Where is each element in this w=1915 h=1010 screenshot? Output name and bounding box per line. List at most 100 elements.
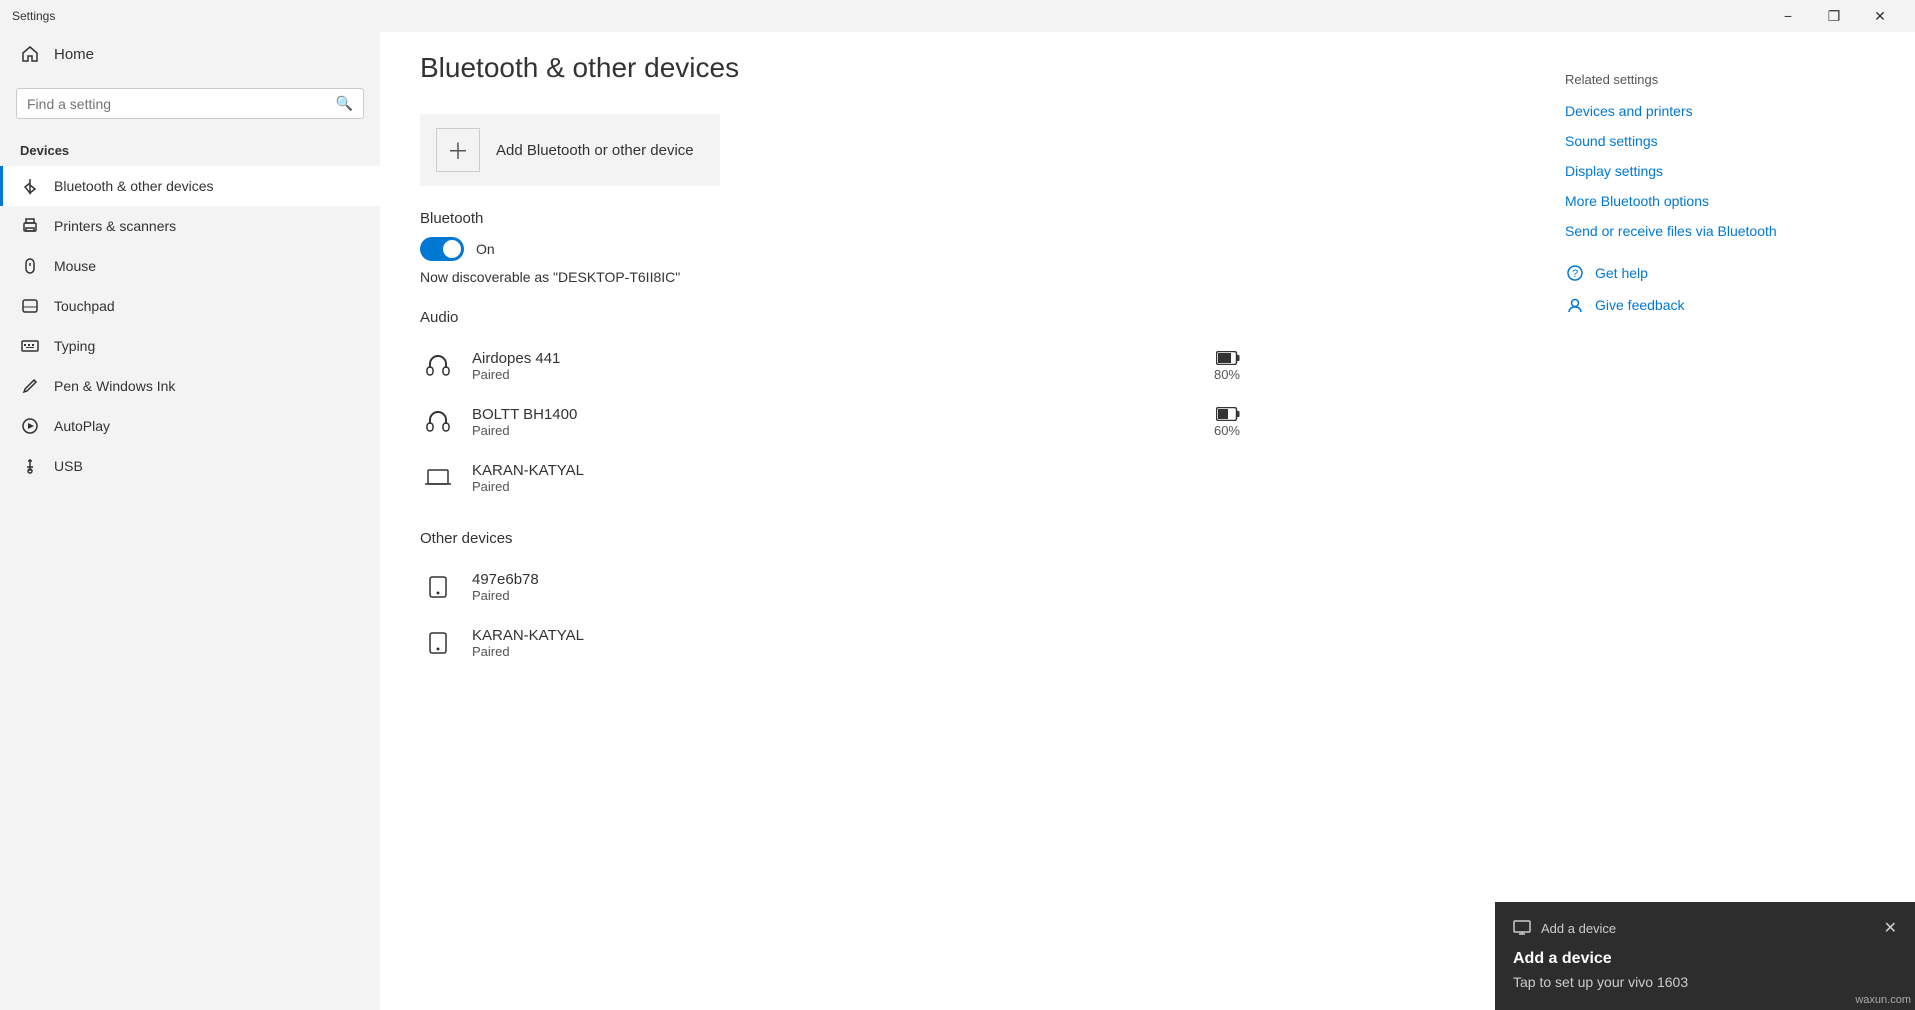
device-status: Paired (472, 644, 1240, 659)
autoplay-icon (20, 416, 40, 436)
device-status: Paired (472, 367, 1198, 382)
device-status: Paired (472, 423, 1198, 438)
sidebar-item-label: Bluetooth & other devices (54, 178, 214, 194)
get-help-action[interactable]: ? Get help (1565, 263, 1885, 283)
notif-title: Add a device (1513, 950, 1897, 968)
device-info: Airdopes 441 Paired (472, 350, 1198, 382)
toggle-thumb (443, 240, 461, 258)
sidebar-item-usb[interactable]: USB (0, 446, 380, 486)
device-name: KARAN-KATYAL (472, 627, 1240, 644)
search-input[interactable] (27, 96, 336, 112)
help-icon: ? (1565, 263, 1585, 283)
sidebar-item-autoplay[interactable]: AutoPlay (0, 406, 380, 446)
feedback-icon (1565, 295, 1585, 315)
get-help-label: Get help (1595, 265, 1648, 281)
sidebar-item-label: USB (54, 458, 83, 474)
device-name: BOLTT BH1400 (472, 406, 1198, 423)
related-link[interactable]: Devices and printers (1565, 103, 1885, 119)
bluetooth-state: On (476, 241, 495, 257)
bluetooth-toggle[interactable] (420, 237, 464, 261)
device-name: KARAN-KATYAL (472, 462, 1240, 479)
home-icon (20, 44, 40, 64)
device-type-icon (420, 625, 456, 661)
page-title: Bluetooth & other devices (420, 52, 1240, 84)
add-device-button[interactable]: ＋ Add Bluetooth or other device (420, 114, 720, 186)
usb-icon (20, 456, 40, 476)
give-feedback-label: Give feedback (1595, 297, 1685, 313)
battery-indicator: 80% (1214, 351, 1240, 382)
printers-icon (20, 216, 40, 236)
minimize-button[interactable]: − (1765, 0, 1811, 32)
sidebar-items: Bluetooth & other devices Printers & sca… (0, 166, 380, 486)
app-title: Settings (12, 9, 55, 23)
device-info: BOLTT BH1400 Paired (472, 406, 1198, 438)
sidebar-item-label: Mouse (54, 258, 96, 274)
sidebar-item-label: Touchpad (54, 298, 115, 314)
battery-percentage: 80% (1214, 367, 1240, 382)
typing-icon (20, 336, 40, 356)
discoverable-text: Now discoverable as "DESKTOP-T6II8IC" (420, 269, 1240, 285)
sidebar-item-mouse[interactable]: Mouse (0, 246, 380, 286)
window-controls: − ❐ ✕ (1765, 0, 1903, 32)
notif-close-button[interactable]: ✕ (1884, 918, 1897, 938)
touchpad-icon (20, 296, 40, 316)
audio-section-header: Audio (420, 309, 1240, 326)
related-settings-title: Related settings (1565, 72, 1885, 87)
device-name: Airdopes 441 (472, 350, 1198, 367)
notif-description: Tap to set up your vivo 1603 (1513, 974, 1897, 990)
sidebar-item-pen[interactable]: Pen & Windows Ink (0, 366, 380, 406)
bluetooth-section: Bluetooth On Now discoverable as "DESKTO… (420, 210, 1240, 285)
bluetooth-icon (20, 176, 40, 196)
other-device-item[interactable]: 497e6b78 Paired (420, 559, 1240, 615)
audio-device-item[interactable]: Airdopes 441 Paired 80% (420, 338, 1240, 394)
other-device-item[interactable]: KARAN-KATYAL Paired (420, 615, 1240, 671)
sidebar-item-label: AutoPlay (54, 418, 110, 434)
related-link[interactable]: Display settings (1565, 163, 1885, 179)
sidebar-section-title: Devices (0, 135, 380, 166)
device-status: Paired (472, 479, 1240, 494)
titlebar: Settings − ❐ ✕ (0, 0, 1915, 32)
device-type-icon (420, 348, 456, 384)
related-link[interactable]: More Bluetooth options (1565, 193, 1885, 209)
monitor-icon (1513, 919, 1531, 937)
device-type-icon (420, 460, 456, 496)
mouse-icon (20, 256, 40, 276)
audio-device-item[interactable]: BOLTT BH1400 Paired 60% (420, 394, 1240, 450)
battery-indicator: 60% (1214, 407, 1240, 438)
sidebar-item-touchpad[interactable]: Touchpad (0, 286, 380, 326)
related-actions: ? Get help Give feedback (1565, 263, 1885, 315)
audio-device-item[interactable]: KARAN-KATYAL Paired (420, 450, 1240, 506)
device-name: 497e6b78 (472, 571, 1240, 588)
sidebar-item-bluetooth[interactable]: Bluetooth & other devices (0, 166, 380, 206)
sidebar-item-label: Printers & scanners (54, 218, 176, 234)
add-device-plus-icon: ＋ (436, 128, 480, 172)
bluetooth-label: Bluetooth (420, 210, 1240, 227)
device-info: 497e6b78 Paired (472, 571, 1240, 603)
other-section-header: Other devices (420, 530, 1240, 547)
search-box[interactable]: 🔍 (16, 88, 364, 119)
add-device-notification: Add a device ✕ Add a device Tap to set u… (1495, 902, 1915, 1010)
related-link[interactable]: Send or receive files via Bluetooth (1565, 223, 1885, 239)
home-label: Home (54, 46, 94, 63)
battery-percentage: 60% (1214, 423, 1240, 438)
close-button[interactable]: ✕ (1857, 0, 1903, 32)
battery-icon (1216, 351, 1240, 365)
notif-header: Add a device ✕ (1513, 918, 1897, 938)
sidebar-home[interactable]: Home (0, 32, 380, 76)
related-link[interactable]: Sound settings (1565, 133, 1885, 149)
sidebar-item-typing[interactable]: Typing (0, 326, 380, 366)
device-info: KARAN-KATYAL Paired (472, 462, 1240, 494)
notif-header-left: Add a device (1513, 919, 1616, 937)
sidebar-item-label: Pen & Windows Ink (54, 378, 175, 394)
give-feedback-action[interactable]: Give feedback (1565, 295, 1885, 315)
pen-icon (20, 376, 40, 396)
related-settings-panel: Related settings Devices and printers Sou… (1535, 32, 1915, 1010)
other-devices-list: 497e6b78 Paired KARAN-KATYAL Paired (420, 559, 1240, 671)
related-links: Devices and printers Sound settings Displa… (1565, 103, 1885, 239)
sidebar-item-printers[interactable]: Printers & scanners (0, 206, 380, 246)
restore-button[interactable]: ❐ (1811, 0, 1857, 32)
device-type-icon (420, 404, 456, 440)
notif-header-label: Add a device (1541, 921, 1616, 936)
battery-icon (1216, 407, 1240, 421)
svg-text:?: ? (1572, 268, 1578, 280)
